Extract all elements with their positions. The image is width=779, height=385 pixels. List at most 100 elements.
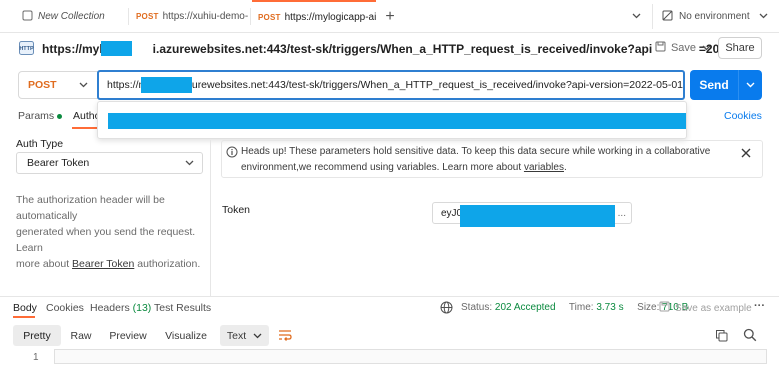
wrap-lines-icon[interactable] bbox=[278, 328, 292, 342]
status-label: Status: bbox=[461, 302, 493, 313]
format-select[interactable]: Text bbox=[220, 325, 269, 346]
cookies-label: Cookies bbox=[724, 110, 762, 122]
auth-desc-line: generated when you send the request. Lea… bbox=[16, 226, 196, 254]
status-dot-icon bbox=[57, 113, 63, 119]
view-visualize-button[interactable]: Visualize bbox=[160, 325, 212, 346]
tab-label: New Collection bbox=[38, 11, 105, 22]
token-value: eyJ0 bbox=[441, 207, 463, 219]
tab-divider bbox=[250, 8, 251, 25]
tab-request-1[interactable]: POST https://xuhiu-demo-2.a bbox=[136, 0, 248, 33]
token-ellipsis: ... bbox=[617, 207, 626, 219]
chevron-down-icon bbox=[759, 11, 768, 22]
save-example-label: Save as example bbox=[675, 302, 752, 314]
collection-icon bbox=[22, 10, 33, 24]
chevron-down-icon bbox=[185, 157, 194, 169]
method-selector[interactable]: POST bbox=[18, 71, 98, 99]
tab-new-collection[interactable]: New Collection bbox=[22, 0, 126, 33]
view-preview-button[interactable]: Preview bbox=[104, 325, 152, 346]
warning-line: Heads up! These parameters hold sensitiv… bbox=[241, 146, 711, 157]
warning-text-part: . bbox=[563, 162, 567, 173]
response-meta: Status: 202 Accepted Time: 3.73 s Size: … bbox=[461, 302, 688, 313]
url-suffix: .azurewebsites.net:443/test-sk/triggers/… bbox=[177, 79, 683, 91]
more-options-button[interactable]: ··· bbox=[754, 300, 765, 312]
auth-desc-text: authorization. bbox=[134, 258, 201, 270]
response-divider bbox=[0, 296, 779, 297]
search-icon[interactable] bbox=[743, 328, 757, 342]
chevron-down-icon bbox=[253, 330, 262, 342]
active-tab-indicator bbox=[13, 316, 35, 318]
line-number: 1 bbox=[33, 352, 39, 363]
bearer-token-link[interactable]: Bearer Token bbox=[72, 258, 134, 270]
view-raw-button[interactable]: Raw bbox=[63, 325, 99, 346]
save-label: Save bbox=[670, 42, 697, 54]
warning-text-part: environment,we recommend using variables… bbox=[241, 162, 524, 173]
auth-type-value: Bearer Token bbox=[27, 157, 90, 169]
tab-label: https://xuhiu-demo-2.a bbox=[162, 11, 248, 22]
copy-icon[interactable] bbox=[715, 329, 728, 342]
redaction-block bbox=[108, 113, 686, 129]
redaction-block bbox=[101, 41, 132, 56]
redaction-block bbox=[141, 77, 192, 93]
warning-line: environment,we recommend using variables… bbox=[241, 160, 710, 176]
request-title[interactable]: https://mylogi i.azurewebsites.net:443/te… bbox=[42, 42, 754, 56]
response-tab-label: Cookies bbox=[46, 302, 84, 314]
env-divider bbox=[652, 4, 653, 29]
method-label: POST bbox=[28, 79, 57, 91]
chevron-down-icon bbox=[746, 79, 755, 91]
response-tab-cookies[interactable]: Cookies bbox=[46, 302, 84, 314]
view-mode-label: Pretty bbox=[23, 329, 51, 342]
add-tab-button[interactable]: + bbox=[382, 0, 398, 33]
environment-selector[interactable]: No environment bbox=[662, 0, 774, 33]
cookies-link[interactable]: Cookies bbox=[724, 110, 762, 122]
auth-desc-line: The authorization header will be automat… bbox=[16, 194, 165, 222]
warning-text: Heads up! These parameters hold sensitiv… bbox=[241, 144, 710, 176]
variables-link[interactable]: variables bbox=[524, 162, 564, 173]
tab-request-2-active[interactable]: POST https://mylogicapp-ai. bbox=[252, 0, 376, 33]
close-icon bbox=[740, 147, 752, 162]
time-label: Time: bbox=[568, 302, 594, 313]
response-tab-label: Headers bbox=[90, 302, 130, 314]
send-button[interactable]: Send bbox=[690, 70, 738, 100]
response-tab-label: Test Results bbox=[154, 302, 212, 314]
network-globe-icon[interactable] bbox=[440, 301, 453, 314]
auth-type-select[interactable]: Bearer Token bbox=[16, 152, 203, 174]
save-button[interactable]: Save bbox=[652, 38, 699, 58]
size-label: Size: bbox=[637, 302, 660, 313]
panel-divider bbox=[210, 140, 211, 296]
chevron-down-icon bbox=[79, 79, 88, 91]
headers-count: (13) bbox=[132, 302, 152, 314]
params-label: Params bbox=[18, 110, 55, 122]
save-options-button[interactable] bbox=[699, 40, 713, 56]
save-as-example-button[interactable]: Save as example bbox=[659, 301, 752, 315]
redaction-block bbox=[460, 205, 615, 227]
auth-desc-text: more about bbox=[16, 258, 73, 270]
auth-description: The authorization header will be automat… bbox=[16, 192, 208, 272]
view-pretty-button[interactable]: Pretty bbox=[13, 325, 61, 346]
active-tab-indicator bbox=[72, 127, 100, 129]
response-tab-headers[interactable]: Headers (13) bbox=[90, 302, 151, 314]
auth-desc-line: more about Bearer Token authorization. bbox=[16, 256, 208, 272]
time-value[interactable]: 3.73 s bbox=[596, 302, 623, 313]
auth-type-heading: Auth Type bbox=[16, 138, 64, 150]
view-mode-label: Visualize bbox=[165, 329, 207, 342]
tabs-overflow-button[interactable] bbox=[628, 0, 644, 33]
chevron-down-icon bbox=[702, 42, 711, 54]
save-icon bbox=[659, 301, 670, 315]
tab-label: https://mylogicapp-ai. bbox=[284, 12, 376, 23]
save-icon bbox=[655, 41, 666, 55]
tab-scroll-left[interactable] bbox=[0, 0, 8, 33]
url-suggestions-dropdown bbox=[97, 101, 687, 139]
token-label: Token bbox=[222, 204, 251, 216]
status-value[interactable]: 202 Accepted bbox=[495, 302, 556, 313]
response-body-editor[interactable] bbox=[54, 349, 767, 364]
http-request-icon: HTTP bbox=[19, 41, 34, 55]
share-button[interactable]: Share bbox=[718, 37, 762, 59]
send-options-button[interactable] bbox=[738, 70, 762, 100]
environment-label: No environment bbox=[679, 11, 750, 22]
tab-method: POST bbox=[136, 12, 159, 21]
close-warning-button[interactable] bbox=[740, 147, 752, 159]
response-tab-test-results[interactable]: Test Results bbox=[154, 302, 211, 314]
tab-params[interactable]: Params bbox=[18, 110, 63, 122]
response-tab-body[interactable]: Body bbox=[13, 302, 37, 314]
format-label: Text bbox=[226, 329, 247, 342]
